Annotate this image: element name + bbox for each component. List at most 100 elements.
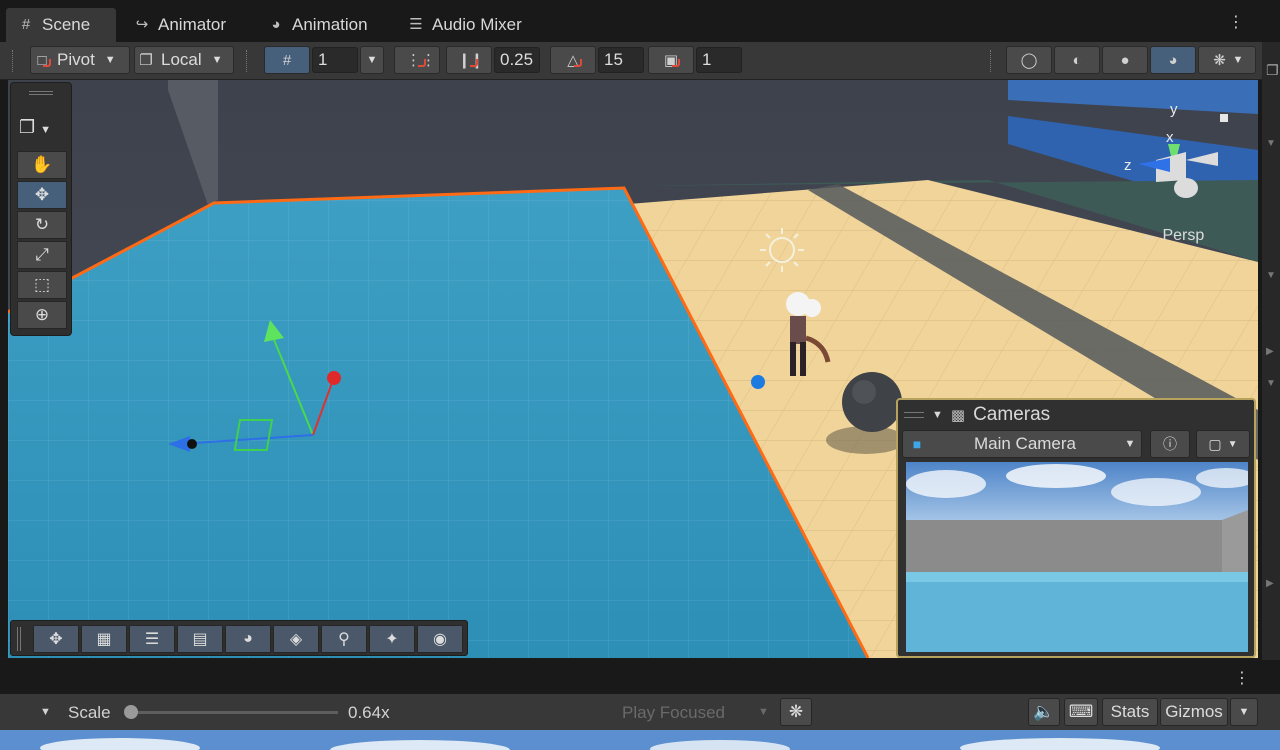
overlay-grip[interactable]	[29, 91, 53, 95]
toolbar-grip[interactable]	[246, 50, 248, 72]
overlay-lighting-button[interactable]: ◕	[225, 625, 271, 653]
wireframe-shading-button[interactable]: ◯	[1006, 46, 1052, 74]
move-tool-button[interactable]: ✥	[17, 181, 67, 209]
stats-button[interactable]: Stats	[1102, 698, 1158, 726]
move-snap-button[interactable]: ❙❙	[446, 46, 492, 74]
tab-animation[interactable]: ◕ Animation	[256, 8, 380, 42]
tab-scene[interactable]: # Scene	[6, 8, 116, 42]
overlay-snap-button[interactable]: ▦	[81, 625, 127, 653]
chevron-down-icon: ▼	[104, 54, 116, 66]
camera-info-button[interactable]: ⓘ	[1150, 430, 1190, 458]
projection-label[interactable]: ← Persp	[1142, 227, 1204, 244]
camera-select[interactable]: ■ Main Camera ▼	[902, 430, 1142, 458]
animator-icon: ↪	[135, 16, 149, 33]
solid-sphere-icon: ●	[1120, 51, 1130, 69]
grid-icon: #	[282, 51, 292, 69]
tab-animator[interactable]: ↪ Animator	[122, 8, 238, 42]
rotate-snap-button[interactable]: △	[550, 46, 596, 74]
rotate-snap-input[interactable]: 15	[598, 47, 644, 73]
cube-icon: ❐	[19, 117, 36, 137]
move-icon: ✥	[49, 631, 63, 648]
overlay-navigation-button[interactable]: ✦	[369, 625, 415, 653]
lit-sphere-icon: ◕	[1168, 51, 1178, 69]
toolbar-grip[interactable]	[990, 50, 992, 72]
chevron-down-icon[interactable]: ▼	[40, 706, 51, 718]
move-snap-input[interactable]: 0.25	[494, 47, 540, 73]
gizmo-z-label: z	[1124, 157, 1132, 174]
mute-audio-button[interactable]: 🔈	[1028, 698, 1060, 726]
collapse-triangle-icon[interactable]: ▼	[932, 409, 943, 421]
chevron-right-icon[interactable]: ▶	[1266, 578, 1274, 589]
chevron-down-icon[interactable]: ▼	[1266, 270, 1276, 281]
rect-tool-button[interactable]: ⬚	[17, 271, 67, 299]
scale-snap-button[interactable]: ▣	[648, 46, 694, 74]
scale-icon: ⤢	[35, 245, 49, 264]
grid-icon: #	[21, 16, 31, 33]
overlay-grid-button[interactable]: ▤	[177, 625, 223, 653]
debug-draw-mode-dropdown[interactable]: ❋ ▼	[1198, 46, 1256, 74]
chevron-down-icon: ▼	[1232, 54, 1244, 66]
toolbar-grip[interactable]	[12, 50, 14, 72]
tab-menu-icon[interactable]: ⋮	[1228, 12, 1244, 32]
tab-audio-mixer[interactable]: ☰ Audio Mixer	[396, 8, 534, 42]
hand-tool-button[interactable]: ✋	[17, 151, 67, 179]
overlay-grip[interactable]	[904, 412, 924, 418]
gizmos-button[interactable]: Gizmos	[1160, 698, 1228, 726]
rotate-tool-button[interactable]: ↻	[17, 211, 67, 239]
camera-fit-button[interactable]: ▢ ▼	[1196, 430, 1250, 458]
chevron-down-icon[interactable]: ▼	[758, 706, 769, 718]
debug-toggle-button[interactable]: ❋	[780, 698, 812, 726]
chevron-right-icon[interactable]: ▶	[1266, 346, 1274, 357]
scale-label: Scale	[68, 703, 111, 722]
tool-mode-dropdown[interactable]: ❐ ▼	[19, 117, 51, 138]
panel-header: ⋮	[0, 660, 1280, 694]
gizmos-label: Gizmos	[1165, 702, 1223, 721]
gizmo-x-label: x	[1166, 129, 1174, 146]
scale-tool-button[interactable]: ⤢	[17, 241, 67, 269]
search-icon: ⚲	[338, 631, 350, 648]
game-view-preview	[0, 730, 1280, 750]
pivot-label: Pivot	[57, 50, 95, 69]
tab-animation-label: Animation	[292, 15, 368, 34]
overlay-move-button[interactable]: ✥	[33, 625, 79, 653]
tab-animator-label: Animator	[158, 15, 227, 34]
scale-snap-input[interactable]: 1	[696, 47, 742, 73]
scale-slider-handle[interactable]	[124, 705, 138, 719]
shaded-button[interactable]: ●	[1102, 46, 1148, 74]
move-icon: ✥	[34, 185, 50, 204]
video-camera-icon: ■	[912, 436, 922, 452]
chevron-down-icon[interactable]: ▼	[1266, 138, 1276, 149]
overlay-layers-button[interactable]: ◈	[273, 625, 319, 653]
cameras-overlay: ▼ ▩ Cameras ■ Main Camera ▼ ⓘ ▢ ▼	[896, 398, 1256, 658]
transform-tool-button[interactable]: ⊕	[17, 301, 67, 329]
pivot-dropdown[interactable]: □ Pivot ▼	[30, 46, 130, 74]
stats-label: Stats	[1110, 702, 1150, 721]
overlay-grip[interactable]	[17, 627, 21, 651]
camera-preview	[906, 462, 1248, 652]
overlay-camera-view-button[interactable]: ◉	[417, 625, 463, 653]
overlay-align-button[interactable]: ☰	[129, 625, 175, 653]
bug-icon: ❋	[1213, 52, 1226, 69]
chevron-down-icon[interactable]: ▼	[1266, 378, 1276, 389]
panel-menu-icon[interactable]: ⋮	[1234, 668, 1250, 688]
chevron-down-icon: ▼	[366, 54, 378, 66]
snap-to-grid-button[interactable]: ⋮⋮	[394, 46, 440, 74]
grid-options-dropdown[interactable]: ▼	[360, 46, 384, 74]
gizmos-dropdown[interactable]: ▼	[1230, 698, 1258, 726]
align-icon: ☰	[144, 631, 160, 648]
scale-slider-track[interactable]	[128, 711, 338, 714]
lighting-mode-button[interactable]: ◕	[1150, 46, 1196, 74]
keyboard-shortcuts-button[interactable]: ⌨	[1064, 698, 1098, 726]
shaded-wireframe-icon: ◐	[1072, 51, 1082, 69]
grid-toggle-button[interactable]: #	[264, 46, 310, 74]
layers-icon: ◈	[289, 631, 303, 648]
cameras-title-bar[interactable]: ▼ ▩ Cameras	[904, 402, 1050, 428]
pivot-icon: □	[31, 52, 53, 69]
local-dropdown[interactable]: ❐ Local ▼	[134, 46, 234, 74]
grid-size-input[interactable]: 1	[312, 47, 358, 73]
play-mode-select[interactable]: Play Focused	[622, 703, 725, 723]
scene-toolbar: □ Pivot ▼ ❐ Local ▼ # 1 ▼ ⋮⋮ ❙❙ 0.25 △ 1…	[0, 42, 1262, 80]
grid-snap-icon: ▤	[192, 631, 208, 648]
shaded-wireframe-button[interactable]: ◐	[1054, 46, 1100, 74]
overlay-search-button[interactable]: ⚲	[321, 625, 367, 653]
